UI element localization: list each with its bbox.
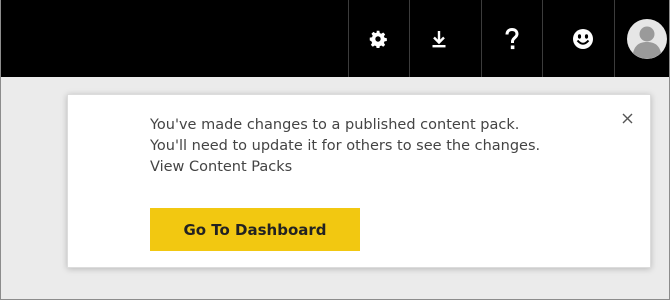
download-icon bbox=[432, 30, 446, 47]
go-to-dashboard-button[interactable]: Go To Dashboard bbox=[150, 208, 360, 251]
download-button[interactable] bbox=[417, 0, 461, 77]
help-icon bbox=[505, 27, 519, 49]
top-navigation-bar bbox=[1, 0, 669, 77]
avatar-icon bbox=[627, 18, 667, 59]
feedback-button[interactable] bbox=[561, 0, 605, 77]
view-content-packs-link[interactable]: View Content Packs bbox=[150, 157, 620, 178]
toolbar-separator bbox=[409, 0, 410, 77]
toolbar-separator bbox=[481, 0, 482, 77]
toolbar-separator bbox=[614, 0, 615, 77]
notification-message: You've made changes to a published conte… bbox=[150, 115, 620, 178]
account-button[interactable] bbox=[625, 0, 669, 77]
content-pack-notification: You've made changes to a published conte… bbox=[67, 94, 651, 268]
notification-line-1: You've made changes to a published conte… bbox=[150, 117, 520, 133]
smiley-icon bbox=[573, 28, 593, 49]
help-button[interactable] bbox=[490, 0, 534, 77]
close-icon bbox=[622, 113, 632, 123]
toolbar-separator bbox=[348, 0, 349, 77]
app-frame: You've made changes to a published conte… bbox=[0, 0, 670, 300]
notification-line-2: You'll need to update it for others to s… bbox=[150, 138, 541, 154]
toolbar-separator bbox=[542, 0, 543, 77]
settings-button[interactable] bbox=[356, 0, 400, 77]
gear-icon bbox=[369, 30, 387, 48]
